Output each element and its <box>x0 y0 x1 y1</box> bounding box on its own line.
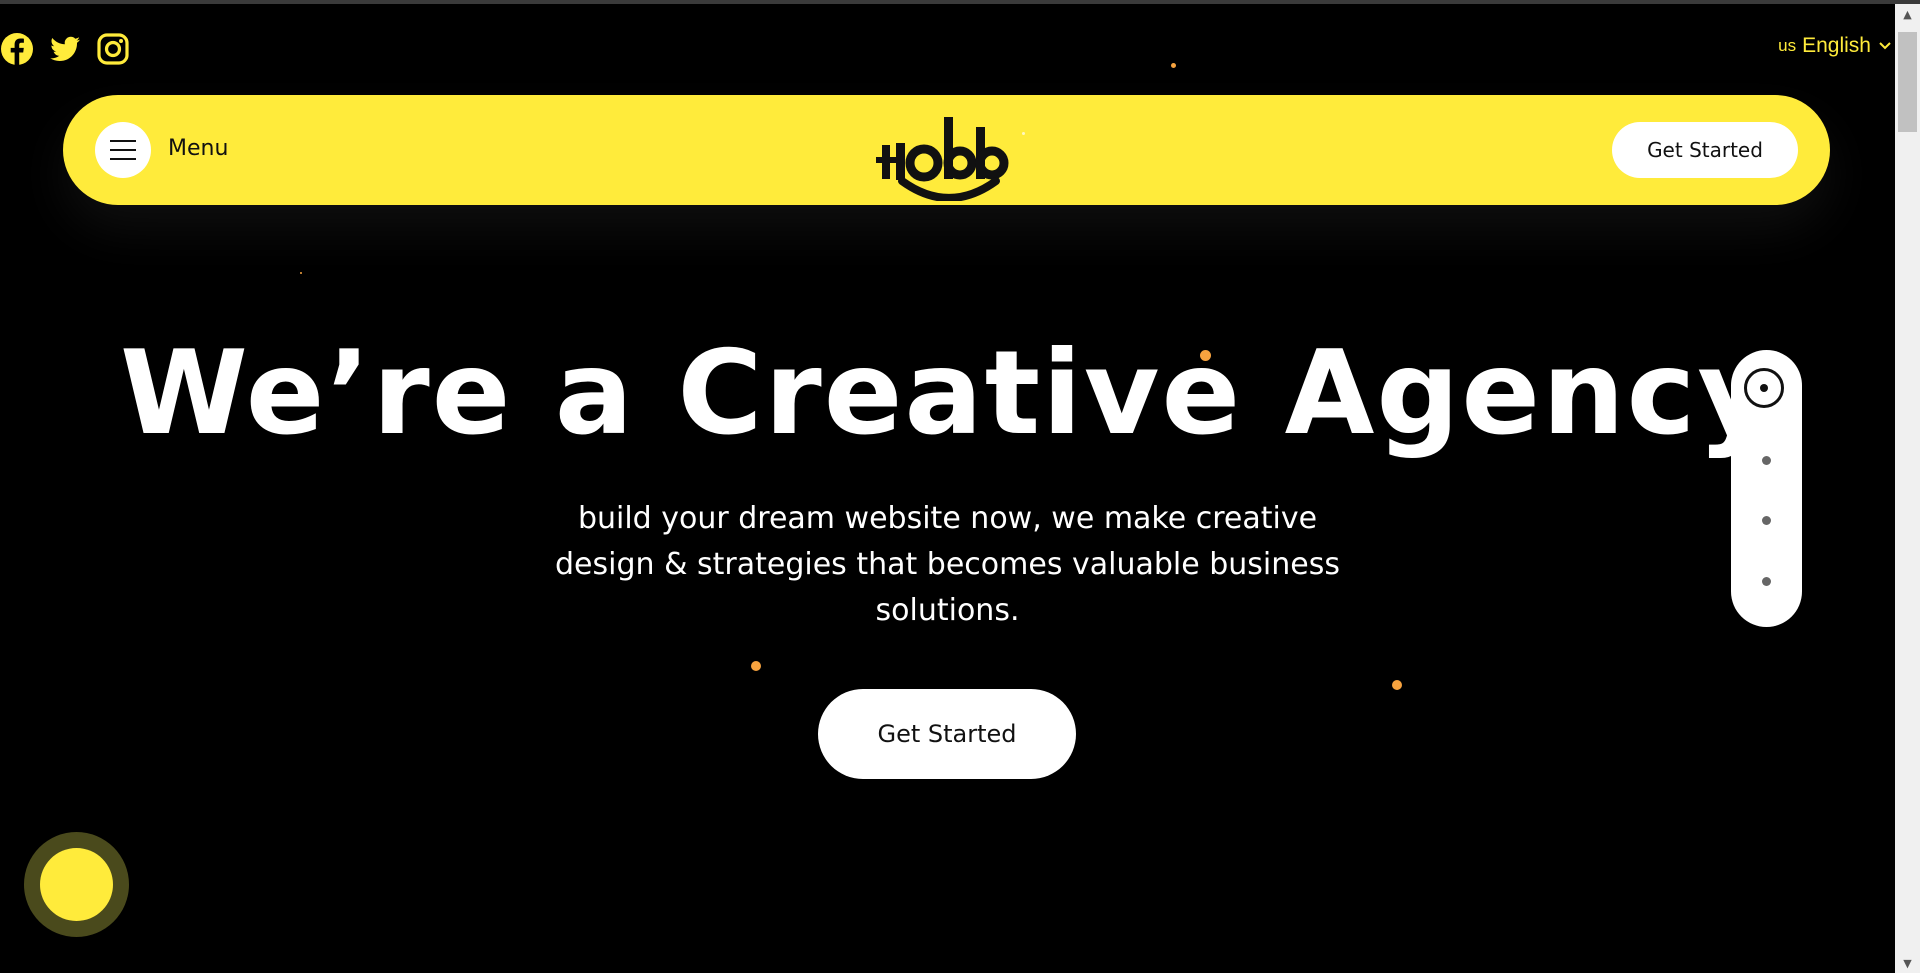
hamburger-line <box>110 149 136 151</box>
hamburger-line <box>110 158 136 160</box>
instagram-icon[interactable] <box>96 32 130 66</box>
particle-dot <box>300 272 302 274</box>
get-started-hero-button[interactable]: Get Started <box>818 689 1076 779</box>
scroll-down-arrow-icon[interactable]: ▼ <box>1895 953 1920 973</box>
section-dot[interactable] <box>1762 577 1771 586</box>
chevron-down-icon <box>1879 42 1891 50</box>
flag-icon: us <box>1778 36 1797 55</box>
hamburger-icon <box>110 140 136 142</box>
social-links <box>0 32 130 66</box>
hero-title: We’re a Creative Agency <box>119 326 1776 461</box>
floating-action-button[interactable] <box>24 832 129 937</box>
scrollbar-thumb[interactable] <box>1898 32 1917 132</box>
twitter-icon[interactable] <box>48 32 82 66</box>
menu-button[interactable] <box>95 122 151 178</box>
particle-dot <box>1022 132 1025 135</box>
get-started-nav-button[interactable]: Get Started <box>1612 122 1798 178</box>
scroll-up-arrow-icon[interactable]: ▲ <box>1895 4 1920 24</box>
section-dot[interactable] <box>1762 456 1771 465</box>
section-dot[interactable] <box>1762 516 1771 525</box>
section-scroll-indicator <box>1731 350 1802 627</box>
page-scrollbar[interactable]: ▲ ▼ <box>1895 4 1920 973</box>
hero-subtitle: build your dream website now, we make cr… <box>555 501 1340 628</box>
page: us English Menu Get Started We’re a Crea… <box>0 4 1895 973</box>
hobb-logo[interactable] <box>874 103 1024 201</box>
active-section-indicator[interactable] <box>1744 368 1784 408</box>
particle-dot <box>1392 680 1402 690</box>
language-label: English <box>1802 34 1871 57</box>
floating-action-inner <box>40 848 113 921</box>
particle-dot <box>1171 63 1176 68</box>
menu-label[interactable]: Menu <box>168 136 228 161</box>
particle-dot <box>1200 350 1211 361</box>
facebook-icon[interactable] <box>0 32 34 66</box>
navbar: Menu Get Started <box>63 95 1830 205</box>
language-selector[interactable]: us English <box>1778 34 1893 58</box>
particle-dot <box>751 661 761 671</box>
